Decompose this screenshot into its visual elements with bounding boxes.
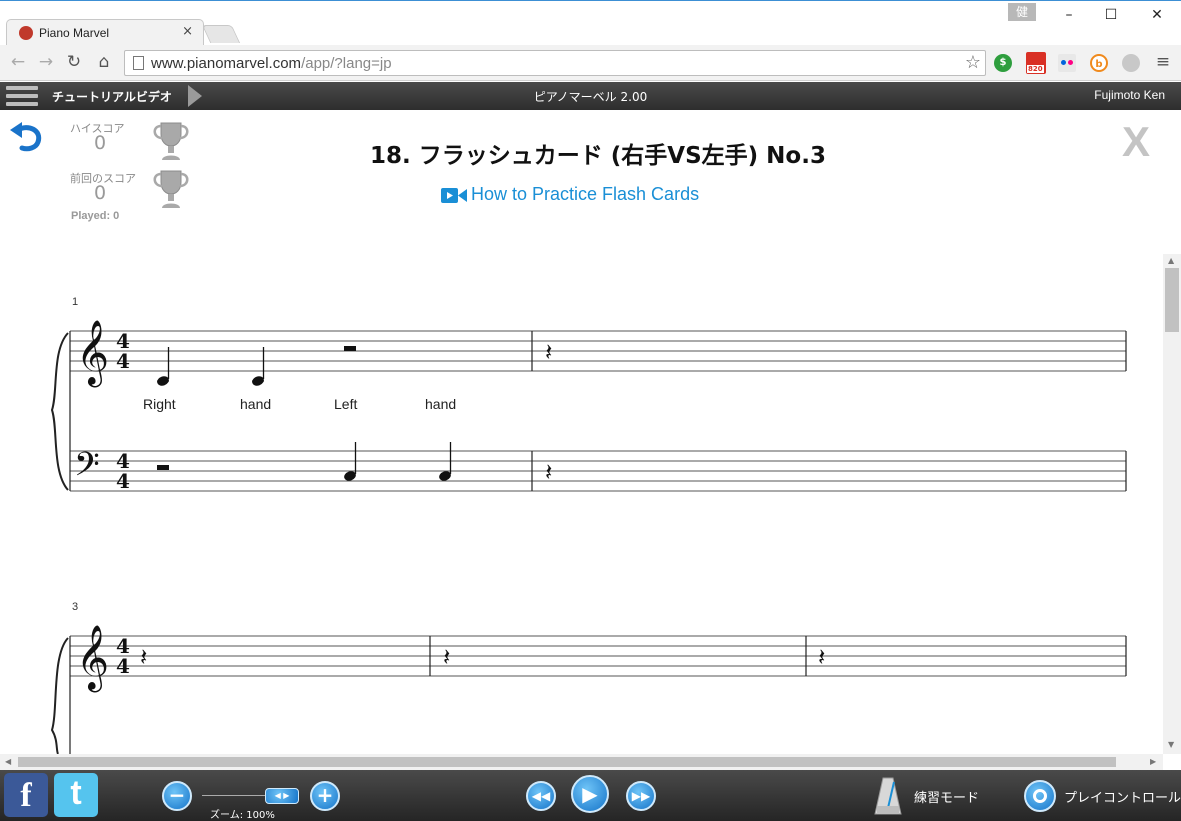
metronome-icon[interactable] xyxy=(874,776,902,816)
time-sig-bottom-2: 4 xyxy=(116,469,130,493)
page-icon xyxy=(133,56,144,70)
treble-clef-icon-2: 𝄞 xyxy=(76,625,109,692)
b-extension-icon[interactable]: b xyxy=(1090,54,1108,72)
facebook-icon[interactable]: f xyxy=(4,773,48,817)
bottom-toolbar: f t − ◀ ▶ ズーム: 100% + ◀◀ ▶ ▶▶ 練習モード プレイコ… xyxy=(0,770,1181,821)
quarter-rest-s2-2: 𝄽 xyxy=(443,643,450,671)
half-rest-treble xyxy=(344,346,356,351)
zoom-slider-track[interactable] xyxy=(202,795,268,796)
window-user-badge[interactable]: 健 xyxy=(1008,3,1036,21)
url-host: www.pianomarvel.com xyxy=(151,55,302,72)
quarter-rest-s2-1: 𝄽 xyxy=(140,643,147,671)
screen: Piano Marvel × 健 – ☐ ✕ ← → ↻ ⌂ www.piano… xyxy=(0,0,1181,821)
lesson-content: 𝄞 𝄢 𝄞 4 4 4 4 4 4 1 3 𝄽 𝄽 𝄽 𝄽 𝄽 Right ha… xyxy=(0,110,1163,754)
lesson-title: 18. フラッシュカード (右手VS左手) No.3 xyxy=(370,143,826,169)
zoom-in-button[interactable]: + xyxy=(310,781,340,811)
browser-titlebar: Piano Marvel × 健 – ☐ ✕ xyxy=(0,0,1181,46)
prev-score-value: 0 xyxy=(94,182,107,204)
url-path: /app/?lang=jp xyxy=(301,55,392,72)
scroll-up-arrow-icon[interactable]: ▲ xyxy=(1168,256,1174,265)
app-title: ピアノマーベル 2.00 xyxy=(533,90,648,104)
lyric-2: hand xyxy=(240,396,271,412)
tab-title: Piano Marvel xyxy=(39,26,110,40)
practice-mode-label[interactable]: 練習モード xyxy=(914,787,979,806)
played-count: Played: 0 xyxy=(71,210,120,222)
app-header: チュートリアルビデオ ピアノマーベル 2.00 Fujimoto Ken xyxy=(0,82,1181,110)
tab-close-icon[interactable]: × xyxy=(182,24,193,39)
play-control-button[interactable] xyxy=(1024,780,1056,812)
window-minimize-button[interactable]: – xyxy=(1054,5,1084,25)
system1-brace xyxy=(50,332,69,491)
quarter-rest-s2-3: 𝄽 xyxy=(818,643,825,671)
globe-extension-icon[interactable] xyxy=(1122,54,1140,72)
back-arrow-icon[interactable]: ← xyxy=(8,52,28,72)
video-camera-icon xyxy=(441,188,467,203)
note-bass-2 xyxy=(439,442,452,481)
vertical-scroll-thumb[interactable] xyxy=(1165,268,1179,332)
lyric-3: Left xyxy=(334,396,357,412)
chrome-menu-icon[interactable]: ≡ xyxy=(1153,52,1173,72)
fast-forward-button[interactable]: ▶▶ xyxy=(626,781,656,811)
note-bass-1 xyxy=(344,442,357,481)
new-tab-button[interactable] xyxy=(201,25,241,43)
time-sig-bottom-3: 4 xyxy=(116,654,130,678)
quarter-rest-treble: 𝄽 xyxy=(545,338,552,366)
scroll-right-arrow-icon[interactable]: ▶ xyxy=(1150,757,1156,766)
window-close-button[interactable]: ✕ xyxy=(1142,5,1172,25)
address-bar[interactable]: www.pianomarvel.com/app/?lang=jp ☆ xyxy=(124,50,986,76)
home-icon[interactable]: ⌂ xyxy=(94,52,114,72)
zoom-level-label: ズーム: 100% xyxy=(210,810,275,821)
browser-toolbar: ← → ↻ ⌂ www.pianomarvel.com/app/?lang=jp… xyxy=(0,45,1181,81)
gmail-count-badge: 820 xyxy=(1027,65,1044,73)
window-maximize-button[interactable]: ☐ xyxy=(1096,5,1126,25)
twitter-icon[interactable]: t xyxy=(54,773,98,817)
dollar-extension-icon[interactable]: $ xyxy=(994,54,1012,72)
bass-clef-icon: 𝄢 xyxy=(74,446,100,492)
video-link-text: How to Practice Flash Cards xyxy=(471,184,700,204)
rewind-button[interactable]: ◀◀ xyxy=(526,781,556,811)
measure-number-3: 3 xyxy=(72,601,78,613)
lyric-1: Right xyxy=(143,396,176,412)
reload-icon[interactable]: ↻ xyxy=(64,52,84,72)
system2-brace xyxy=(50,637,69,754)
prev-score-trophy-icon xyxy=(153,170,189,208)
zoom-out-button[interactable]: − xyxy=(162,781,192,811)
scroll-left-arrow-icon[interactable]: ◀ xyxy=(5,757,11,766)
flickr-extension-icon[interactable] xyxy=(1058,54,1076,72)
horizontal-scroll-thumb[interactable] xyxy=(18,757,1116,767)
play-control-label[interactable]: プレイコントロール xyxy=(1064,787,1181,806)
scroll-down-arrow-icon[interactable]: ▼ xyxy=(1168,740,1174,749)
note-treble-1 xyxy=(157,347,170,386)
gmail-extension-icon[interactable]: 820 xyxy=(1026,52,1046,74)
time-sig-bottom-1: 4 xyxy=(116,349,130,373)
quarter-rest-bass: 𝄽 xyxy=(545,458,552,486)
lyric-4: hand xyxy=(425,396,456,412)
play-button[interactable]: ▶ xyxy=(571,775,609,813)
browser-tab[interactable]: Piano Marvel × xyxy=(6,19,204,46)
close-lesson-button[interactable]: X xyxy=(1122,118,1150,166)
note-treble-2 xyxy=(252,347,265,386)
piano-marvel-favicon-icon xyxy=(19,26,33,40)
bookmark-star-icon[interactable]: ☆ xyxy=(965,52,981,73)
zoom-slider-thumb[interactable]: ◀ ▶ xyxy=(265,788,299,804)
url-text: www.pianomarvel.com/app/?lang=jp xyxy=(151,55,392,72)
measure-number-1: 1 xyxy=(72,296,78,308)
half-rest-bass xyxy=(157,465,169,470)
forward-arrow-icon[interactable]: → xyxy=(36,52,56,72)
treble-clef-icon: 𝄞 xyxy=(76,320,109,387)
user-name[interactable]: Fujimoto Ken xyxy=(1094,88,1165,102)
